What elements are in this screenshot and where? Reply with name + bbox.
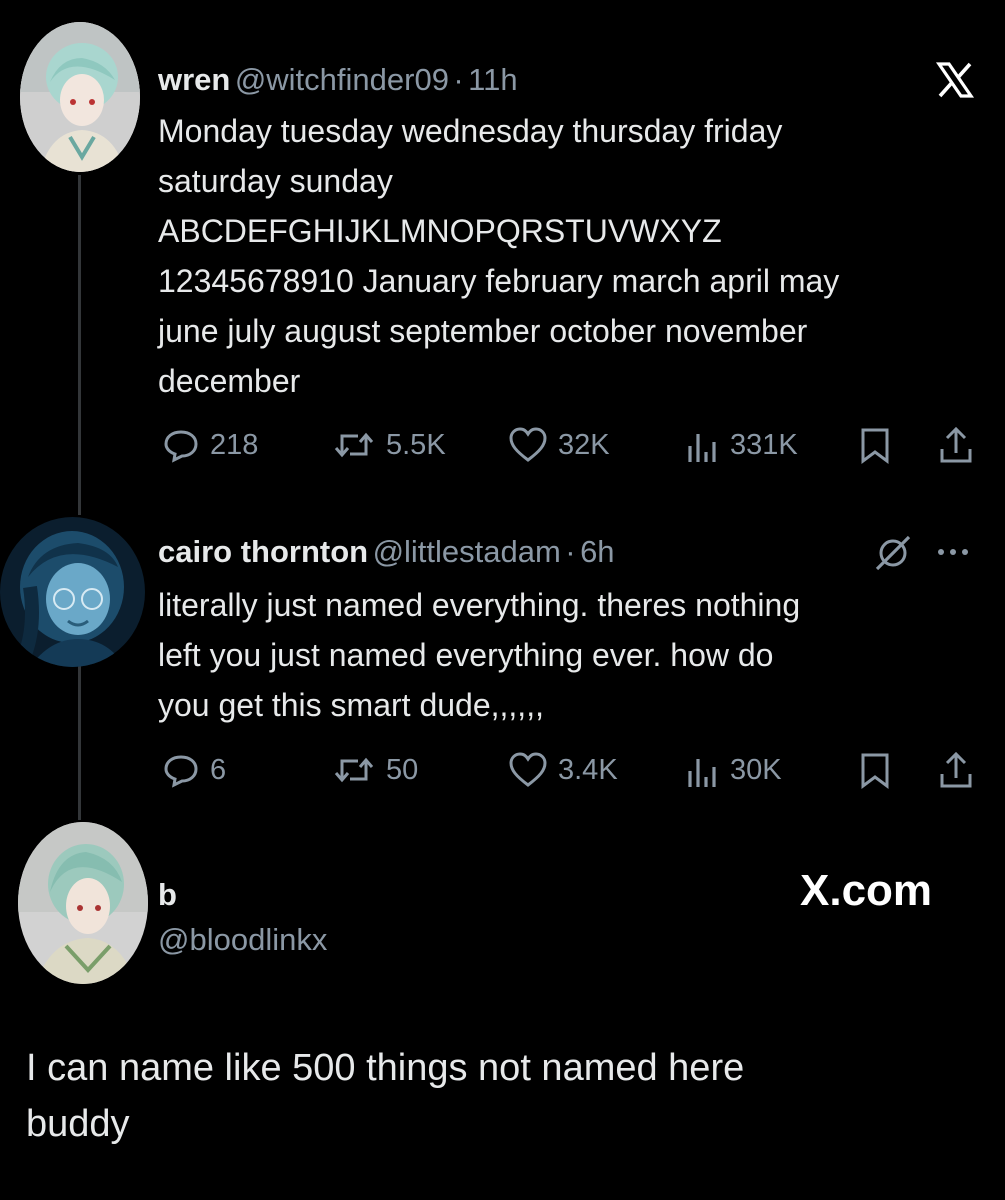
views-button[interactable]: 331K [684,423,798,467]
text-line: literally just named everything. theres … [158,587,801,623]
tweet-header: cairo thornton @littlestadam · 6h [158,532,615,578]
reply-icon [164,755,198,788]
like-count: 3.4K [558,753,618,786]
avatar[interactable] [20,22,140,172]
views-icon [688,759,716,787]
handle[interactable]: @littlestadam [373,534,561,569]
bookmark-button[interactable] [858,748,892,792]
handle[interactable]: @witchfinder09 [235,62,449,97]
display-name[interactable]: wren [158,62,230,97]
post-handle[interactable]: @bloodlinkx [158,920,327,966]
views-icon [688,434,716,462]
post-text: I can name like 500 things not named her… [26,1040,744,1152]
like-button[interactable]: 32K [508,423,610,467]
views-button[interactable]: 30K [684,748,782,792]
more-icon[interactable] [938,549,968,555]
text-line: saturday sunday [158,163,393,199]
text-line: ABCDEFGHIJKLMNOPQRSTUVWXYZ [158,213,722,249]
like-icon [509,427,547,462]
share-button[interactable] [938,423,974,467]
grok-icon[interactable] [872,532,914,574]
reply-button[interactable]: 218 [162,423,258,467]
separator: · [453,62,464,97]
repost-count: 5.5K [386,428,446,461]
like-button[interactable]: 3.4K [508,748,618,792]
text-line: 12345678910 January february march april… [158,263,840,299]
views-count: 331K [730,428,798,461]
brand-text: X.com [800,866,933,915]
views-count: 30K [730,753,782,786]
tweet-text: Monday tuesday wednesday thursday friday… [158,106,839,406]
display-name[interactable]: b [158,877,177,912]
like-icon [509,752,547,787]
like-count: 32K [558,428,610,461]
bookmark-icon [861,753,889,789]
text-line: you get this smart dude,,,,,, [158,687,544,723]
thread-line [78,175,81,515]
text-line: left you just named everything ever. how… [158,637,774,673]
timestamp[interactable]: 11h [468,62,517,97]
bookmark-button[interactable] [858,423,892,467]
repost-icon [334,432,374,458]
repost-icon [334,757,374,783]
tweet-actions: 6 50 3.4K 30K [158,748,978,792]
avatar[interactable] [18,822,148,984]
brand-watermark: X.com [800,866,932,916]
repost-button[interactable]: 5.5K [332,423,446,467]
text-line: december [158,363,301,399]
share-button[interactable] [938,748,974,792]
x-logo-icon[interactable] [935,60,975,100]
timestamp[interactable]: 6h [580,534,614,569]
text-line: Monday tuesday wednesday thursday friday [158,113,783,149]
avatar[interactable] [0,517,145,667]
text-line: buddy [26,1103,130,1145]
bookmark-icon [861,428,889,464]
share-icon [940,751,972,788]
separator: · [565,534,576,569]
tweet-header: wren @witchfinder09 · 11h [158,60,518,106]
reply-count: 218 [210,428,259,461]
text-line: june july august september october novem… [158,313,808,349]
tweet-actions: 218 5.5K 32K 331K [158,423,978,467]
repost-button[interactable]: 50 [332,748,418,792]
text-line: I can name like 500 things not named her… [26,1047,745,1089]
reply-count: 6 [210,753,227,786]
handle[interactable]: @bloodlinkx [158,922,327,957]
reply-button[interactable]: 6 [162,748,226,792]
post-name[interactable]: b [158,875,177,921]
tweet-text: literally just named everything. theres … [158,580,800,730]
reply-icon [164,430,198,463]
share-icon [940,426,972,463]
display-name[interactable]: cairo thornton [158,534,368,569]
repost-count: 50 [386,753,419,786]
